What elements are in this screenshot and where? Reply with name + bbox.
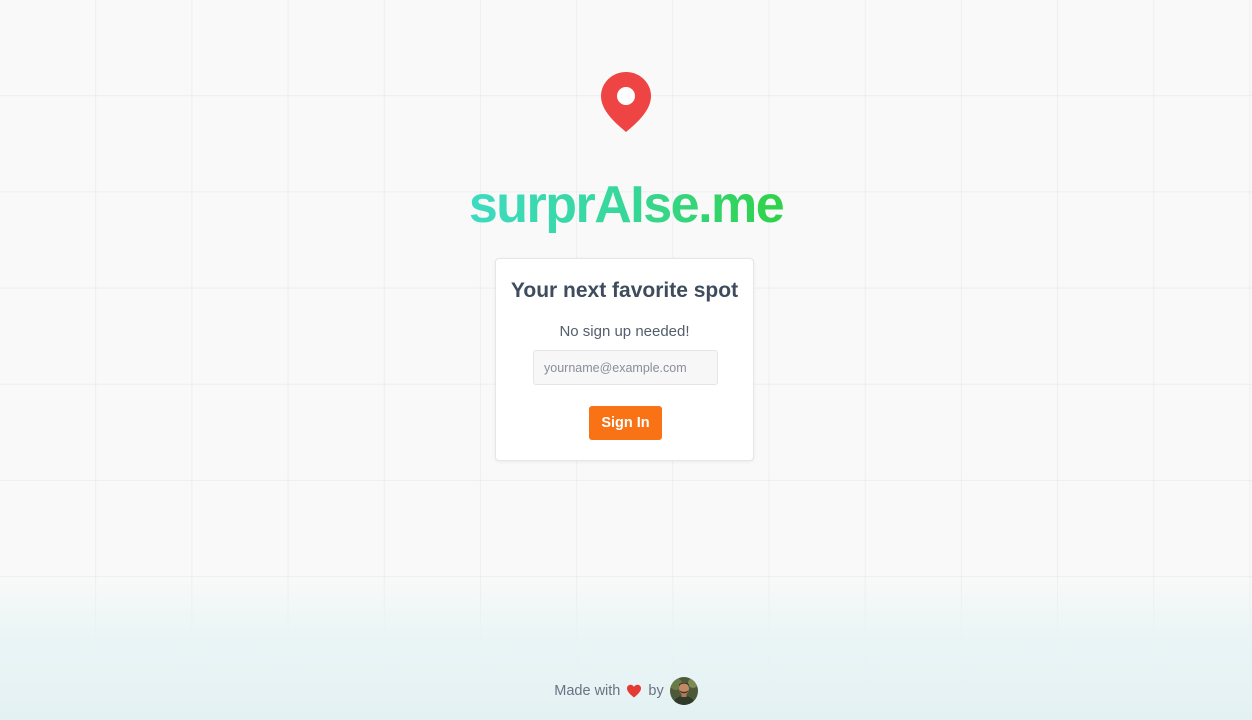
email-input[interactable] <box>533 350 718 385</box>
heart-icon <box>627 684 642 698</box>
footer-made-with: Made with <box>554 683 621 699</box>
brand-title: surprAIse.me <box>0 174 1252 236</box>
card-title: Your next favorite spot <box>510 279 739 302</box>
login-card: Your next favorite spot No sign up neede… <box>495 258 754 461</box>
avatar[interactable] <box>669 677 698 705</box>
map-pin-icon <box>601 72 651 132</box>
card-subtitle: No sign up needed! <box>559 323 690 340</box>
footer-by: by <box>648 683 664 699</box>
footer: Made with by <box>0 676 1252 706</box>
brand-name: surprAIse.me <box>468 176 785 234</box>
sign-in-button[interactable]: Sign In <box>589 406 662 440</box>
